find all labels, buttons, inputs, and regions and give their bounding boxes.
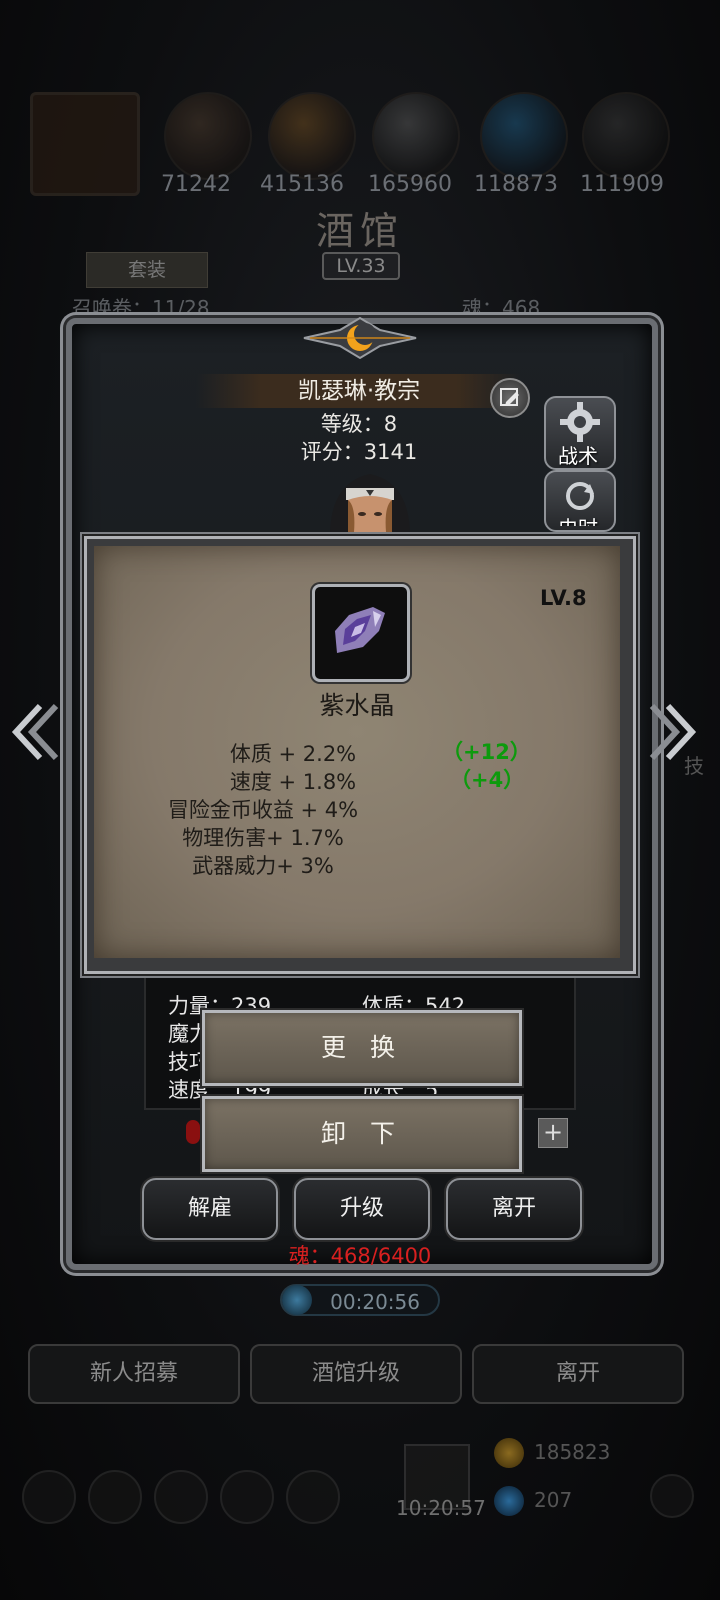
upgrade-button[interactable]: 升级 <box>294 1178 430 1240</box>
dark-resource-icon <box>582 92 670 180</box>
tavern-upgrade-button[interactable]: 酒馆升级 <box>250 1344 462 1404</box>
moon-crest-icon <box>303 316 417 360</box>
soul-counter: 魂：468/6400 <box>288 1244 432 1268</box>
leave-tavern-button[interactable]: 离开 <box>472 1344 684 1404</box>
dock-slot-icon[interactable] <box>220 1470 274 1524</box>
amethyst-item-icon <box>312 584 410 682</box>
history-label: 史时 <box>544 512 612 526</box>
set-tab[interactable]: 套装 <box>86 252 208 288</box>
unequip-button[interactable]: 卸 下 <box>202 1096 522 1172</box>
item-bonus: （+4） <box>450 768 525 792</box>
clock-icon <box>282 1285 312 1315</box>
dock-slot-icon[interactable] <box>286 1470 340 1524</box>
resource-value: 111909 <box>580 172 664 197</box>
gray-resource-icon <box>372 92 460 180</box>
recruit-scroll-count: 召唤卷：11/28 <box>72 296 210 320</box>
add-currency-icon[interactable] <box>650 1474 694 1518</box>
item-level: LV.8 <box>540 586 587 610</box>
amethyst-icon <box>335 607 385 653</box>
next-hero-icon[interactable] <box>646 700 698 764</box>
soul-count-bg: 魂：468 <box>462 296 541 320</box>
blue-resource-icon <box>480 92 568 180</box>
tavern-title: 酒馆 <box>315 209 404 253</box>
item-name: 紫水晶 <box>319 691 395 720</box>
gold-coin-icon <box>494 1438 524 1468</box>
tavern-level-badge: LV.33 <box>322 252 400 280</box>
resource-value: 415136 <box>260 172 344 197</box>
item-attr: 武器威力+ 3% <box>192 854 334 878</box>
hero-name: 凯瑟琳·教宗 <box>297 378 421 404</box>
item-attr: 冒险金币收益 + 4% <box>167 798 359 822</box>
player-avatar[interactable] <box>30 92 140 196</box>
item-bonus: （+12） <box>442 740 531 764</box>
tactics-label: 战术 <box>558 444 598 468</box>
clock-display: 10:20:57 <box>396 1496 486 1520</box>
resource-value: 71242 <box>161 172 231 197</box>
gold-amount: 185823 <box>534 1440 611 1464</box>
gem-icon <box>494 1486 524 1516</box>
gem-amount: 207 <box>534 1488 573 1512</box>
hero-portrait <box>330 474 410 532</box>
dock-slot-icon[interactable] <box>88 1470 142 1524</box>
add-stat-button[interactable]: + <box>538 1118 568 1148</box>
dock-slot-icon[interactable] <box>22 1470 76 1524</box>
item-attr: 物理伤害+ 1.7% <box>182 826 344 850</box>
recruit-button[interactable]: 新人招募 <box>28 1344 240 1404</box>
hero-level: 等级：8 <box>320 412 398 436</box>
health-pip <box>186 1120 200 1144</box>
red-resource-icon <box>164 92 252 180</box>
previous-hero-icon[interactable] <box>10 700 62 764</box>
resource-value: 118873 <box>474 172 558 197</box>
dismiss-button[interactable]: 解雇 <box>142 1178 278 1240</box>
resource-value: 165960 <box>368 172 452 197</box>
orange-resource-icon <box>268 92 356 180</box>
replace-button[interactable]: 更 换 <box>202 1010 522 1086</box>
leave-panel-button[interactable]: 离开 <box>446 1178 582 1240</box>
dock-slot-icon[interactable] <box>154 1470 208 1524</box>
